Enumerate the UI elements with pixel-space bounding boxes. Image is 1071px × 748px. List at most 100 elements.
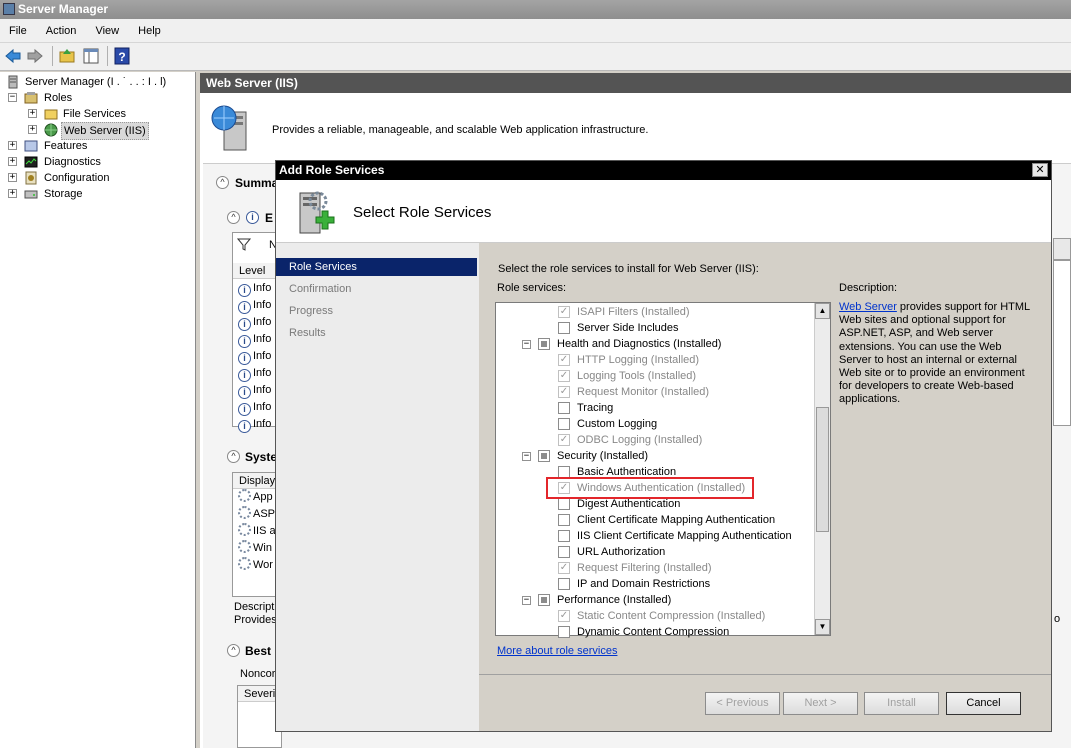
close-icon[interactable]: ✕ [1032, 163, 1048, 177]
tree-item-configuration[interactable]: + Configuration [0, 170, 190, 186]
expand-toggle[interactable]: + [8, 173, 17, 182]
collapse-best-practices-icon[interactable]: ^ [227, 644, 240, 657]
collapse-toggle[interactable]: − [522, 452, 531, 461]
role-service-checkbox[interactable] [558, 402, 570, 414]
role-service-checkbox[interactable] [538, 338, 550, 350]
menu-help[interactable]: Help [131, 19, 168, 43]
event-row[interactable]: i Info [238, 399, 276, 416]
tree-item-storage[interactable]: + Storage [0, 186, 190, 202]
service-row[interactable]: ASP [238, 506, 276, 523]
event-level: Info [253, 418, 272, 430]
display-column-header[interactable]: Display [233, 473, 278, 489]
expand-toggle[interactable]: + [8, 141, 17, 150]
collapse-toggle[interactable]: − [522, 596, 531, 605]
collapse-toggle[interactable]: − [522, 340, 531, 349]
filter-icon[interactable] [237, 237, 251, 251]
role-service-checkbox[interactable] [558, 530, 570, 542]
role-service-item[interactable]: IIS Client Certificate Mapping Authentic… [496, 528, 814, 544]
event-row[interactable]: i Info [238, 365, 276, 382]
role-service-item[interactable]: Client Certificate Mapping Authenticatio… [496, 512, 814, 528]
role-service-checkbox[interactable] [558, 578, 570, 590]
service-row[interactable]: IIS a [238, 523, 276, 540]
event-row[interactable]: i Info [238, 297, 276, 314]
service-row[interactable]: Wor [238, 557, 276, 574]
menu-file[interactable]: File [2, 19, 34, 43]
noncompliant-tab[interactable]: Noncor [240, 668, 275, 680]
collapse-events-icon[interactable]: ^ [227, 211, 240, 224]
web-server-link[interactable]: Web Server [839, 301, 897, 313]
role-service-item[interactable]: IP and Domain Restrictions [496, 576, 814, 592]
role-service-checkbox[interactable] [558, 418, 570, 430]
tree-item-features[interactable]: + Features [0, 138, 190, 154]
menu-action[interactable]: Action [39, 19, 84, 43]
event-row[interactable]: i Info [238, 348, 276, 365]
event-row[interactable]: i Info [238, 314, 276, 331]
role-service-item[interactable]: − Performance (Installed) [496, 592, 814, 608]
role-service-checkbox[interactable] [558, 322, 570, 334]
back-arrow-icon[interactable] [4, 47, 22, 65]
forward-arrow-icon[interactable] [26, 47, 44, 65]
role-service-item[interactable]: ✓ Request Monitor (Installed) [496, 384, 814, 400]
role-service-item[interactable]: − Security (Installed) [496, 448, 814, 464]
role-service-item[interactable]: ✓ ODBC Logging (Installed) [496, 432, 814, 448]
step-role-services[interactable]: Role Services [276, 258, 477, 276]
service-row[interactable]: Win [238, 540, 276, 557]
expand-toggle[interactable]: + [28, 125, 37, 134]
expand-toggle[interactable]: + [8, 189, 17, 198]
role-service-item[interactable]: Custom Logging [496, 416, 814, 432]
role-service-item[interactable]: Server Side Includes [496, 320, 814, 336]
role-service-checkbox[interactable] [558, 514, 570, 526]
scroll-thumb[interactable] [816, 407, 829, 532]
role-service-checkbox[interactable] [558, 626, 570, 638]
tree-item-diagnostics[interactable]: + Diagnostics [0, 154, 190, 170]
event-row[interactable]: i Info [238, 416, 276, 433]
install-button[interactable]: Install [864, 692, 939, 715]
scroll-down-icon[interactable]: ▼ [815, 619, 830, 635]
collapse-system-icon[interactable]: ^ [227, 450, 240, 463]
up-folder-icon[interactable] [58, 47, 76, 65]
service-name: App [253, 491, 273, 503]
tree-item-roles[interactable]: − Roles [0, 90, 190, 106]
role-service-checkbox[interactable] [558, 546, 570, 558]
role-service-item[interactable]: URL Authorization [496, 544, 814, 560]
role-service-checkbox[interactable] [558, 498, 570, 510]
collapse-toggle[interactable]: − [8, 93, 17, 102]
add-role-services-dialog: Add Role Services ✕ Select Role Services… [275, 160, 1052, 732]
menu-view[interactable]: View [88, 19, 126, 43]
tree-item-file-services[interactable]: + File Services [0, 106, 190, 122]
svg-text:?: ? [118, 50, 125, 64]
tree-item-web-server[interactable]: + Web Server (IIS) [0, 122, 190, 140]
collapse-summary-icon[interactable]: ^ [216, 176, 229, 189]
cancel-button[interactable]: Cancel [946, 692, 1021, 715]
role-service-item[interactable]: Tracing [496, 400, 814, 416]
role-service-item[interactable]: ✓ Request Filtering (Installed) [496, 560, 814, 576]
panel-title: Web Server (IIS) [200, 73, 1071, 93]
event-row[interactable]: i Info [238, 280, 276, 297]
role-service-item[interactable]: − Health and Diagnostics (Installed) [496, 336, 814, 352]
help-icon[interactable]: ? [113, 47, 131, 65]
role-service-item[interactable]: ✓ Logging Tools (Installed) [496, 368, 814, 384]
show-hide-pane-icon[interactable] [82, 47, 100, 65]
expand-toggle[interactable]: + [28, 109, 37, 118]
role-service-item[interactable]: Dynamic Content Compression [496, 624, 814, 640]
role-service-item[interactable]: ✓ Static Content Compression (Installed) [496, 608, 814, 624]
scroll-up-icon[interactable]: ▲ [815, 303, 830, 319]
role-service-item[interactable]: ✓ ISAPI Filters (Installed) [496, 304, 814, 320]
role-service-checkbox[interactable] [538, 450, 550, 462]
service-name: ASP [253, 508, 276, 520]
event-row[interactable]: i Info [238, 382, 276, 399]
next-button[interactable]: Next > [783, 692, 858, 715]
tree-item-root[interactable]: Server Manager (I . ˙ . . : I . l) [6, 74, 196, 90]
expand-toggle[interactable]: + [8, 157, 17, 166]
event-row[interactable]: i Info [238, 331, 276, 348]
role-service-checkbox[interactable] [538, 594, 550, 606]
level-column-header[interactable]: Level [233, 263, 278, 279]
service-row[interactable]: App [238, 489, 276, 506]
role-service-label: Dynamic Content Compression [577, 626, 730, 638]
role-service-item[interactable]: ✓ HTTP Logging (Installed) [496, 352, 814, 368]
service-gear-icon [238, 540, 251, 553]
more-about-role-services-link[interactable]: More about role services [497, 645, 617, 657]
previous-button[interactable]: < Previous [705, 692, 780, 715]
vertical-scrollbar[interactable]: ▲ ▼ [814, 303, 830, 635]
role-services-list[interactable]: ✓ ISAPI Filters (Installed) Server Side In… [495, 302, 831, 638]
